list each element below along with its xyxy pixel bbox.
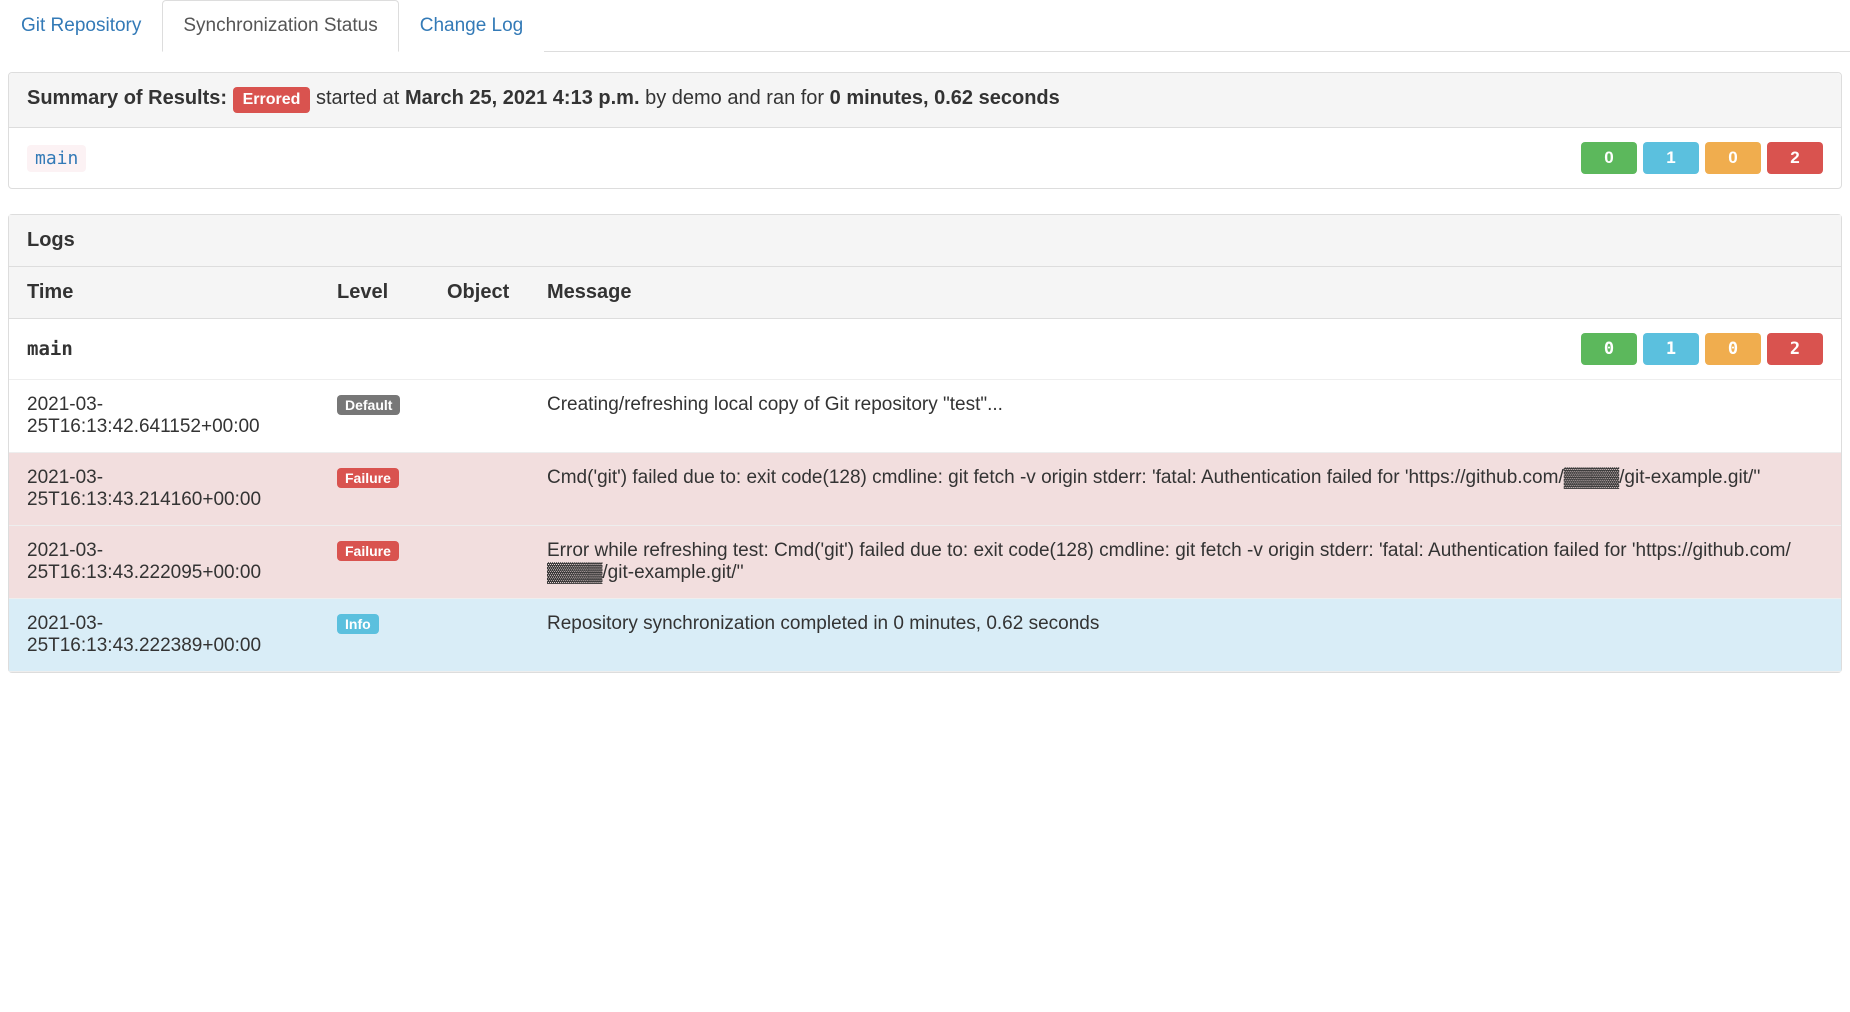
group-count-warning: 0 [1705,333,1761,365]
count-info: 1 [1643,142,1699,174]
tab-synchronization-status[interactable]: Synchronization Status [162,0,398,52]
logs-title: Logs [9,215,1841,267]
logs-header-row: Time Level Object Message [9,267,1841,319]
summary-body: main 0 1 0 2 [9,128,1841,188]
summary-header: Summary of Results: Errored started at M… [9,73,1841,128]
summary-panel: Summary of Results: Errored started at M… [8,72,1842,189]
log-row: 2021-03-25T16:13:43.222095+00:00 Failure… [9,526,1841,599]
log-message: Repository synchronization completed in … [529,599,1841,672]
summary-duration: 0 minutes, 0.62 seconds [830,87,1060,109]
count-failure: 2 [1767,142,1823,174]
summary-by-prefix: by [645,87,666,109]
summary-by-user: demo [672,87,722,109]
summary-ran-prefix: and ran for [727,87,824,109]
tab-bar: Git Repository Synchronization Status Ch… [0,0,1850,52]
summary-title: Summary of Results: [27,87,227,109]
level-badge: Failure [337,541,399,561]
log-time: 2021-03-25T16:13:42.641152+00:00 [9,380,319,453]
log-object [429,453,529,526]
log-object [429,599,529,672]
log-object [429,380,529,453]
branch-counts: 0 1 0 2 [1575,142,1823,174]
tab-git-repository[interactable]: Git Repository [0,0,162,52]
log-message: Creating/refreshing local copy of Git re… [529,380,1841,453]
count-warning: 0 [1705,142,1761,174]
log-object [429,526,529,599]
log-level: Info [319,599,429,672]
status-badge: Errored [233,87,311,113]
col-message: Message [529,267,1841,319]
log-time: 2021-03-25T16:13:43.222389+00:00 [9,599,319,672]
log-level: Default [319,380,429,453]
col-level: Level [319,267,429,319]
log-row: 2021-03-25T16:13:43.214160+00:00 Failure… [9,453,1841,526]
logs-panel: Logs Time Level Object Message main 0 1 … [8,214,1842,673]
branch-tag: main [27,145,86,172]
branch-link[interactable]: main [35,148,78,169]
log-group-row: main 0 1 0 2 [9,319,1841,380]
logs-table: Time Level Object Message main 0 1 0 2 [9,267,1841,672]
log-message: Cmd('git') failed due to: exit code(128)… [529,453,1841,526]
log-message: Error while refreshing test: Cmd('git') … [529,526,1841,599]
level-badge: Default [337,395,400,415]
log-row: 2021-03-25T16:13:43.222389+00:00 Info Re… [9,599,1841,672]
log-level: Failure [319,526,429,599]
group-count-info: 1 [1643,333,1699,365]
level-badge: Info [337,614,379,634]
log-time: 2021-03-25T16:13:43.214160+00:00 [9,453,319,526]
log-time: 2021-03-25T16:13:43.222095+00:00 [9,526,319,599]
summary-started-at: March 25, 2021 4:13 p.m. [405,87,640,109]
log-row: 2021-03-25T16:13:42.641152+00:00 Default… [9,380,1841,453]
log-level: Failure [319,453,429,526]
col-time: Time [9,267,319,319]
tab-change-log[interactable]: Change Log [399,0,545,52]
col-object: Object [429,267,529,319]
level-badge: Failure [337,468,399,488]
log-group-name: main [27,338,73,360]
log-group-counts: 0 1 0 2 [1575,333,1823,365]
group-count-success: 0 [1581,333,1637,365]
group-count-failure: 2 [1767,333,1823,365]
count-success: 0 [1581,142,1637,174]
summary-started-prefix: started at [316,87,399,109]
